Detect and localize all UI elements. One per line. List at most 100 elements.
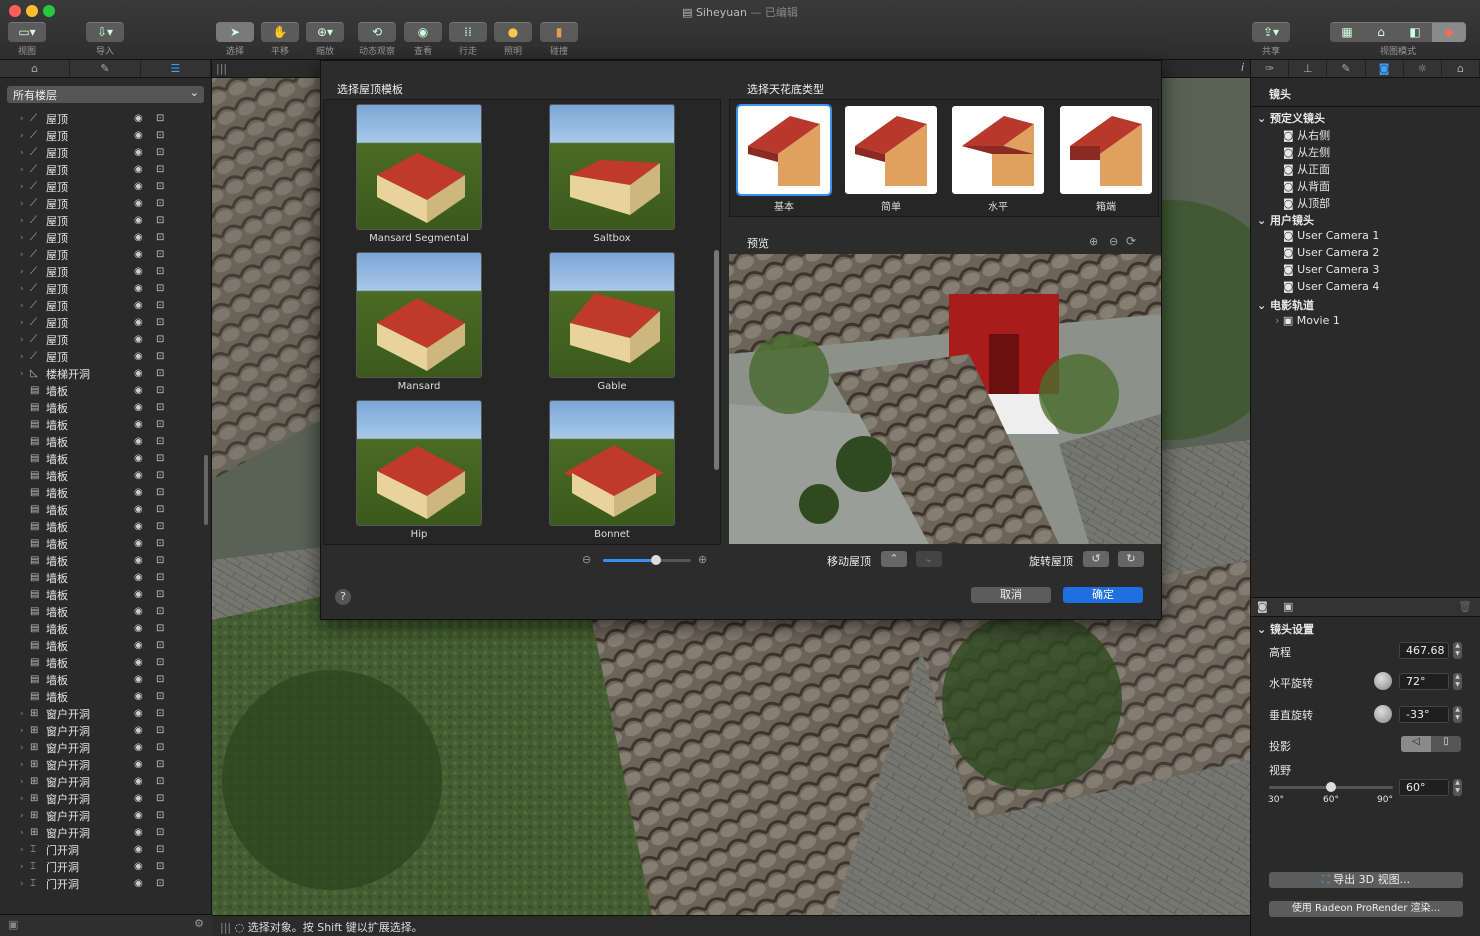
tree-row-slab[interactable]: ▤ 墙板 ◉ ⊡ [0, 569, 205, 586]
zoom-out-icon[interactable]: ⊖ [1109, 235, 1118, 248]
eye-icon[interactable]: ◉ [134, 623, 143, 634]
unlock-icon[interactable]: ⊡ [156, 878, 164, 889]
toolbar-orbit[interactable]: ⟲ 动态观察 [358, 22, 396, 57]
unlock-icon[interactable]: ⊡ [156, 164, 164, 175]
predefined-camera-item[interactable]: ◙ 从正面 [1283, 161, 1330, 177]
unlock-icon[interactable]: ⊡ [156, 232, 164, 243]
unlock-icon[interactable]: ⊡ [156, 793, 164, 804]
roof-preview[interactable] [729, 254, 1161, 544]
predefined-camera-item[interactable]: ◙ 从顶部 [1283, 195, 1330, 211]
plan-view-icon[interactable]: ▦ [1330, 22, 1364, 42]
chevron-right-icon[interactable]: › [20, 845, 30, 855]
toolbar-light[interactable]: ● 照明 [494, 22, 532, 57]
move-roof-up-button[interactable]: ⌃ [881, 551, 907, 567]
chevron-right-icon[interactable]: › [20, 743, 30, 753]
ok-button[interactable]: 确定 [1063, 587, 1143, 603]
tree-scrollbar[interactable] [204, 455, 208, 525]
cancel-button[interactable]: 取消 [971, 587, 1051, 603]
unlock-icon[interactable]: ⊡ [156, 419, 164, 430]
eye-icon[interactable]: ◉ [134, 555, 143, 566]
unlock-icon[interactable]: ⊡ [156, 844, 164, 855]
user-cameras-group[interactable]: ⌄ 用户镜头 [1257, 212, 1314, 228]
unlock-icon[interactable]: ⊡ [156, 300, 164, 311]
eye-icon[interactable]: ◉ [134, 674, 143, 685]
tree-row-slab[interactable]: ▤ 墙板 ◉ ⊡ [0, 603, 205, 620]
orthographic-projection-button[interactable]: ▯ [1431, 736, 1461, 752]
eye-icon[interactable]: ◉ [134, 844, 143, 855]
eye-icon[interactable]: ◉ [134, 266, 143, 277]
unlock-icon[interactable]: ⊡ [156, 198, 164, 209]
eye-icon[interactable]: ◉ [134, 759, 143, 770]
tree-row-window[interactable]: › ⊞ 窗户开洞 ◉ ⊡ [0, 756, 205, 773]
user-camera-item[interactable]: ◙ User Camera 1 [1283, 229, 1379, 242]
fov-slider-thumb[interactable] [1326, 782, 1336, 792]
sidebar-toggle-icon[interactable]: ||| [216, 62, 227, 75]
fov-stepper[interactable]: ▲ ▼ [1453, 779, 1462, 796]
chevron-right-icon[interactable]: › [20, 250, 30, 260]
unlock-icon[interactable]: ⊡ [156, 827, 164, 838]
unlock-icon[interactable]: ⊡ [156, 215, 164, 226]
unlock-icon[interactable]: ⊡ [156, 470, 164, 481]
tree-row-slab[interactable]: ▤ 墙板 ◉ ⊡ [0, 484, 205, 501]
unlock-icon[interactable]: ⊡ [156, 504, 164, 515]
add-movie-icon[interactable]: ▣ [1283, 600, 1293, 613]
toolbar-share[interactable]: ⇪▾ 共享 [1252, 22, 1290, 57]
chevron-right-icon[interactable]: › [20, 318, 30, 328]
tree-row-slab[interactable]: ▤ 墙板 ◉ ⊡ [0, 416, 205, 433]
predefined-camera-item[interactable]: ◙ 从背面 [1283, 178, 1330, 194]
ceiling-type-boxed[interactable]: 箱端 [1060, 106, 1152, 213]
unlock-icon[interactable]: ⊡ [156, 317, 164, 328]
unlock-icon[interactable]: ⊡ [156, 657, 164, 668]
tab-list[interactable]: ☰ [141, 60, 211, 77]
tree-row-slab[interactable]: ▤ 墙板 ◉ ⊡ [0, 467, 205, 484]
user-camera-item[interactable]: ◙ User Camera 3 [1283, 263, 1379, 276]
eye-icon[interactable]: ◉ [134, 827, 143, 838]
unlock-icon[interactable]: ⊡ [156, 861, 164, 872]
toolbar-select[interactable]: ➤ 选择 [216, 22, 254, 57]
eye-icon[interactable]: ◉ [134, 606, 143, 617]
chevron-right-icon[interactable]: › [20, 216, 30, 226]
eye-icon[interactable]: ◉ [134, 164, 143, 175]
unlock-icon[interactable]: ⊡ [156, 436, 164, 447]
eye-icon[interactable]: ◉ [134, 708, 143, 719]
predefined-camera-item[interactable]: ◙ 从左侧 [1283, 144, 1330, 160]
tree-row-roof[interactable]: › ⟋ 屋顶 ◉ ⊡ [0, 178, 205, 195]
unlock-icon[interactable]: ⊡ [156, 691, 164, 702]
3d-view-icon[interactable]: ◆ [1432, 22, 1466, 42]
unlock-icon[interactable]: ⊡ [156, 113, 164, 124]
unlock-icon[interactable]: ⊡ [156, 368, 164, 379]
vertical-rotation-field[interactable]: -33° [1399, 706, 1449, 723]
tree-row-slab[interactable]: ▤ 墙板 ◉ ⊡ [0, 399, 205, 416]
tree-row-roof[interactable]: › ⟋ 屋顶 ◉ ⊡ [0, 212, 205, 229]
zoom-slider[interactable] [603, 555, 691, 565]
trash-icon[interactable]: 🗑 [1458, 600, 1472, 613]
template-mansard-segmental[interactable]: Mansard Segmental [356, 104, 482, 244]
tab-sun[interactable]: ☼ [1404, 60, 1442, 77]
template-hip[interactable]: Hip [356, 400, 482, 540]
eye-icon[interactable]: ◉ [134, 572, 143, 583]
template-mansard[interactable]: Mansard [356, 252, 482, 392]
eye-icon[interactable]: ◉ [134, 402, 143, 413]
predefined-cameras-group[interactable]: ⌄ 预定义镜头 [1257, 110, 1325, 126]
eye-icon[interactable]: ◉ [134, 181, 143, 192]
unlock-icon[interactable]: ⊡ [156, 555, 164, 566]
eye-icon[interactable]: ◉ [134, 300, 143, 311]
toolbar-zoom[interactable]: ⊕▾ 缩放 [306, 22, 344, 57]
tree-row-roof[interactable]: › ⟋ 屋顶 ◉ ⊡ [0, 314, 205, 331]
tree-row-roof[interactable]: › ⟋ 屋顶 ◉ ⊡ [0, 246, 205, 263]
fov-field[interactable]: 60° [1399, 779, 1449, 796]
tree-row-slab[interactable]: ▤ 墙板 ◉ ⊡ [0, 688, 205, 705]
tree-row-roof[interactable]: › ⟋ 屋顶 ◉ ⊡ [0, 297, 205, 314]
ceiling-type-simple[interactable]: 简单 [845, 106, 937, 213]
export-3d-view-button[interactable]: ⛶ 导出 3D 视图... [1269, 872, 1463, 888]
eye-icon[interactable]: ◉ [134, 385, 143, 396]
tree-row-window[interactable]: › ⊞ 窗户开洞 ◉ ⊡ [0, 773, 205, 790]
horizontal-rotation-knob[interactable] [1374, 672, 1392, 690]
unlock-icon[interactable]: ⊡ [156, 538, 164, 549]
toolbar-pan[interactable]: ✋ 平移 [261, 22, 299, 57]
chevron-right-icon[interactable]: › [20, 301, 30, 311]
eye-icon[interactable]: ◉ [134, 249, 143, 260]
template-scrollbar[interactable] [714, 250, 719, 470]
tree-row-roof[interactable]: › ⟋ 屋顶 ◉ ⊡ [0, 110, 205, 127]
toolbar-walk[interactable]: ⁞⁞ 行走 [449, 22, 487, 57]
